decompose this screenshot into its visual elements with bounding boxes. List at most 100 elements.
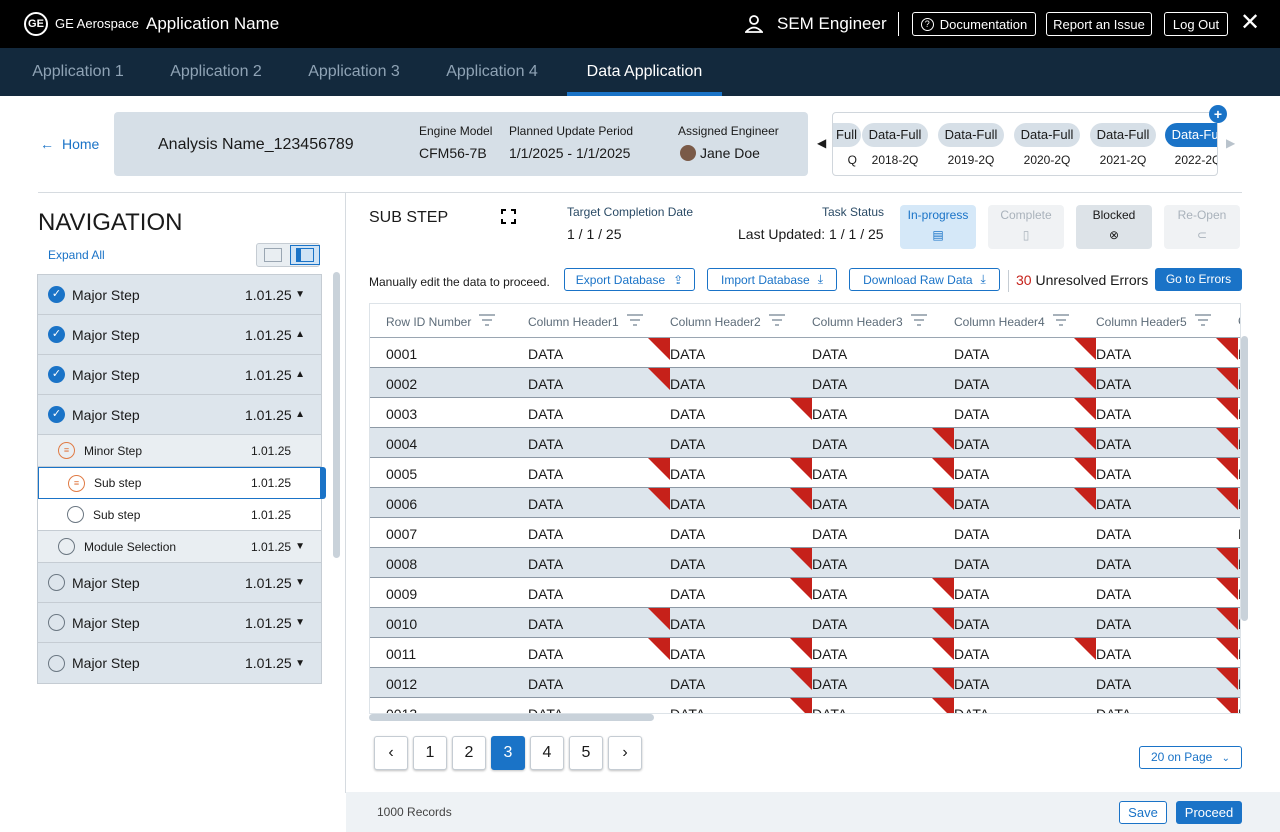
error-flag-icon[interactable] <box>1074 458 1096 480</box>
row-id-cell[interactable]: 0010 <box>386 616 417 632</box>
data-cell[interactable]: DATA <box>812 436 847 452</box>
tab-application-3[interactable]: Application 3 <box>296 48 412 96</box>
data-cell[interactable]: DATA <box>812 346 847 362</box>
nav-module-selection[interactable]: Module Selection 1.01.25 ▼ <box>38 531 321 563</box>
data-cell[interactable]: DATA <box>1238 676 1240 692</box>
tab-application-2[interactable]: Application 2 <box>158 48 274 96</box>
row-id-cell[interactable]: 0001 <box>386 346 417 362</box>
filter-icon[interactable] <box>768 314 785 329</box>
download-raw-data-button[interactable]: Download Raw Data ⤓ <box>849 268 1000 291</box>
data-cell[interactable]: DATA <box>528 346 563 362</box>
close-icon[interactable]: ✕ <box>1240 10 1260 36</box>
nav-major-step[interactable]: Major Step 1.01.25 ▼ <box>38 643 321 683</box>
error-flag-icon[interactable] <box>790 548 812 570</box>
tab-application-1[interactable]: Application 1 <box>20 48 136 96</box>
data-cell[interactable]: DATA <box>1238 706 1240 713</box>
error-flag-icon[interactable] <box>932 488 954 510</box>
error-flag-icon[interactable] <box>1216 638 1238 660</box>
filter-icon[interactable] <box>479 314 496 329</box>
export-database-button[interactable]: Export Database ⇪ <box>564 268 695 291</box>
expand-all-link[interactable]: Expand All <box>48 248 105 262</box>
error-flag-icon[interactable] <box>932 638 954 660</box>
data-cell[interactable]: DATA <box>812 706 847 713</box>
data-cell[interactable]: DATA <box>1096 346 1131 362</box>
error-flag-icon[interactable] <box>932 578 954 600</box>
data-cell[interactable]: DATA <box>812 616 847 632</box>
data-cell[interactable]: DATA <box>954 376 989 392</box>
column-header[interactable]: Column Header1 <box>528 314 643 329</box>
data-cell[interactable]: DATA <box>954 556 989 572</box>
table-row[interactable]: 0004DATADATADATADATADATADATA <box>370 428 1240 458</box>
proceed-button[interactable]: Proceed <box>1176 801 1242 824</box>
page-button[interactable]: 2 <box>452 736 486 770</box>
table-row[interactable]: 0006DATADATADATADATADATADATA <box>370 488 1240 518</box>
data-cell[interactable]: DATA <box>1096 376 1131 392</box>
table-row[interactable]: 0003DATADATADATADATADATADATA <box>370 398 1240 428</box>
data-cell[interactable]: DATA <box>954 496 989 512</box>
error-flag-icon[interactable] <box>932 428 954 450</box>
timeline-item[interactable]: Data-Full 2019-2Q <box>938 123 1004 167</box>
split-pane-icon[interactable] <box>290 245 320 265</box>
error-flag-icon[interactable] <box>790 578 812 600</box>
status-complete-button[interactable]: Complete ▯ <box>988 205 1064 249</box>
nav-sub-step[interactable]: Sub step 1.01.25 <box>38 499 321 531</box>
error-flag-icon[interactable] <box>1074 638 1096 660</box>
chevron-up-icon[interactable]: ▲ <box>295 369 305 380</box>
go-to-errors-button[interactable]: Go to Errors <box>1155 268 1242 291</box>
data-cell[interactable]: DATA <box>528 676 563 692</box>
column-header[interactable]: Column Header2 <box>670 314 785 329</box>
table-row[interactable]: 0012 DATA DATA DATA DATA DATA DATA <box>370 668 1240 698</box>
error-flag-icon[interactable] <box>1216 368 1238 390</box>
error-flag-icon[interactable] <box>648 368 670 390</box>
error-flag-icon[interactable] <box>790 698 812 713</box>
table-row[interactable]: 0011 DATA DATA DATA DATA DATA DATA <box>370 638 1240 668</box>
data-cell[interactable]: DATA <box>1096 706 1131 713</box>
error-flag-icon[interactable] <box>648 458 670 480</box>
data-cell[interactable]: DATA <box>954 436 989 452</box>
error-flag-icon[interactable] <box>1216 428 1238 450</box>
status-blocked-button[interactable]: Blocked ⊗ <box>1076 205 1152 249</box>
data-cell[interactable]: DATA <box>528 646 563 662</box>
error-flag-icon[interactable] <box>1216 698 1238 713</box>
nav-major-step[interactable]: ✓ Major Step 1.01.25 ▲ <box>38 355 321 395</box>
data-cell[interactable]: DATA <box>528 466 563 482</box>
filter-icon[interactable] <box>910 314 927 329</box>
timeline-item[interactable]: Full Q <box>833 123 861 167</box>
nav-sub-step-active[interactable]: ≡ Sub step 1.01.25 <box>38 467 326 499</box>
column-header[interactable]: Column Header5 <box>1096 314 1211 329</box>
data-cell[interactable]: DATA <box>1096 436 1131 452</box>
table-row[interactable]: 0009DATADATADATADATADATADATA <box>370 578 1240 608</box>
chevron-down-icon[interactable]: ▼ <box>295 658 305 669</box>
data-cell[interactable]: DATA <box>528 376 563 392</box>
data-cell[interactable]: DATA <box>528 436 563 452</box>
page-button[interactable]: 4 <box>530 736 564 770</box>
tab-data-application[interactable]: Data Application <box>567 48 722 96</box>
row-id-cell[interactable]: 0013 <box>386 706 417 713</box>
error-flag-icon[interactable] <box>1074 368 1096 390</box>
user-menu[interactable]: SEM Engineer <box>745 14 887 34</box>
view-toggle[interactable] <box>256 243 320 267</box>
row-id-cell[interactable]: 0003 <box>386 406 417 422</box>
row-id-cell[interactable]: 0004 <box>386 436 417 452</box>
column-header[interactable]: Column Header4 <box>954 314 1069 329</box>
tab-application-4[interactable]: Application 4 <box>434 48 550 96</box>
error-flag-icon[interactable] <box>1216 668 1238 690</box>
data-cell[interactable]: DATA <box>1096 466 1131 482</box>
home-link[interactable]: ← Home <box>40 136 99 152</box>
row-id-cell[interactable]: 0012 <box>386 676 417 692</box>
data-cell[interactable]: DATA <box>670 496 705 512</box>
data-cell[interactable]: DATA <box>670 586 705 602</box>
nav-major-step[interactable]: ✓ Major Step 1.01.25 ▲ <box>38 315 321 355</box>
data-cell[interactable]: DATA <box>1238 646 1240 662</box>
row-id-cell[interactable]: 0009 <box>386 586 417 602</box>
data-cell[interactable]: DATA <box>670 466 705 482</box>
error-flag-icon[interactable] <box>932 668 954 690</box>
error-flag-icon[interactable] <box>1074 488 1096 510</box>
nav-scrollbar[interactable] <box>333 272 340 558</box>
row-id-cell[interactable]: 0002 <box>386 376 417 392</box>
data-cell[interactable]: DATA <box>954 586 989 602</box>
data-cell[interactable]: DATA <box>812 406 847 422</box>
error-flag-icon[interactable] <box>648 608 670 630</box>
error-flag-icon[interactable] <box>1216 578 1238 600</box>
error-flag-icon[interactable] <box>648 488 670 510</box>
